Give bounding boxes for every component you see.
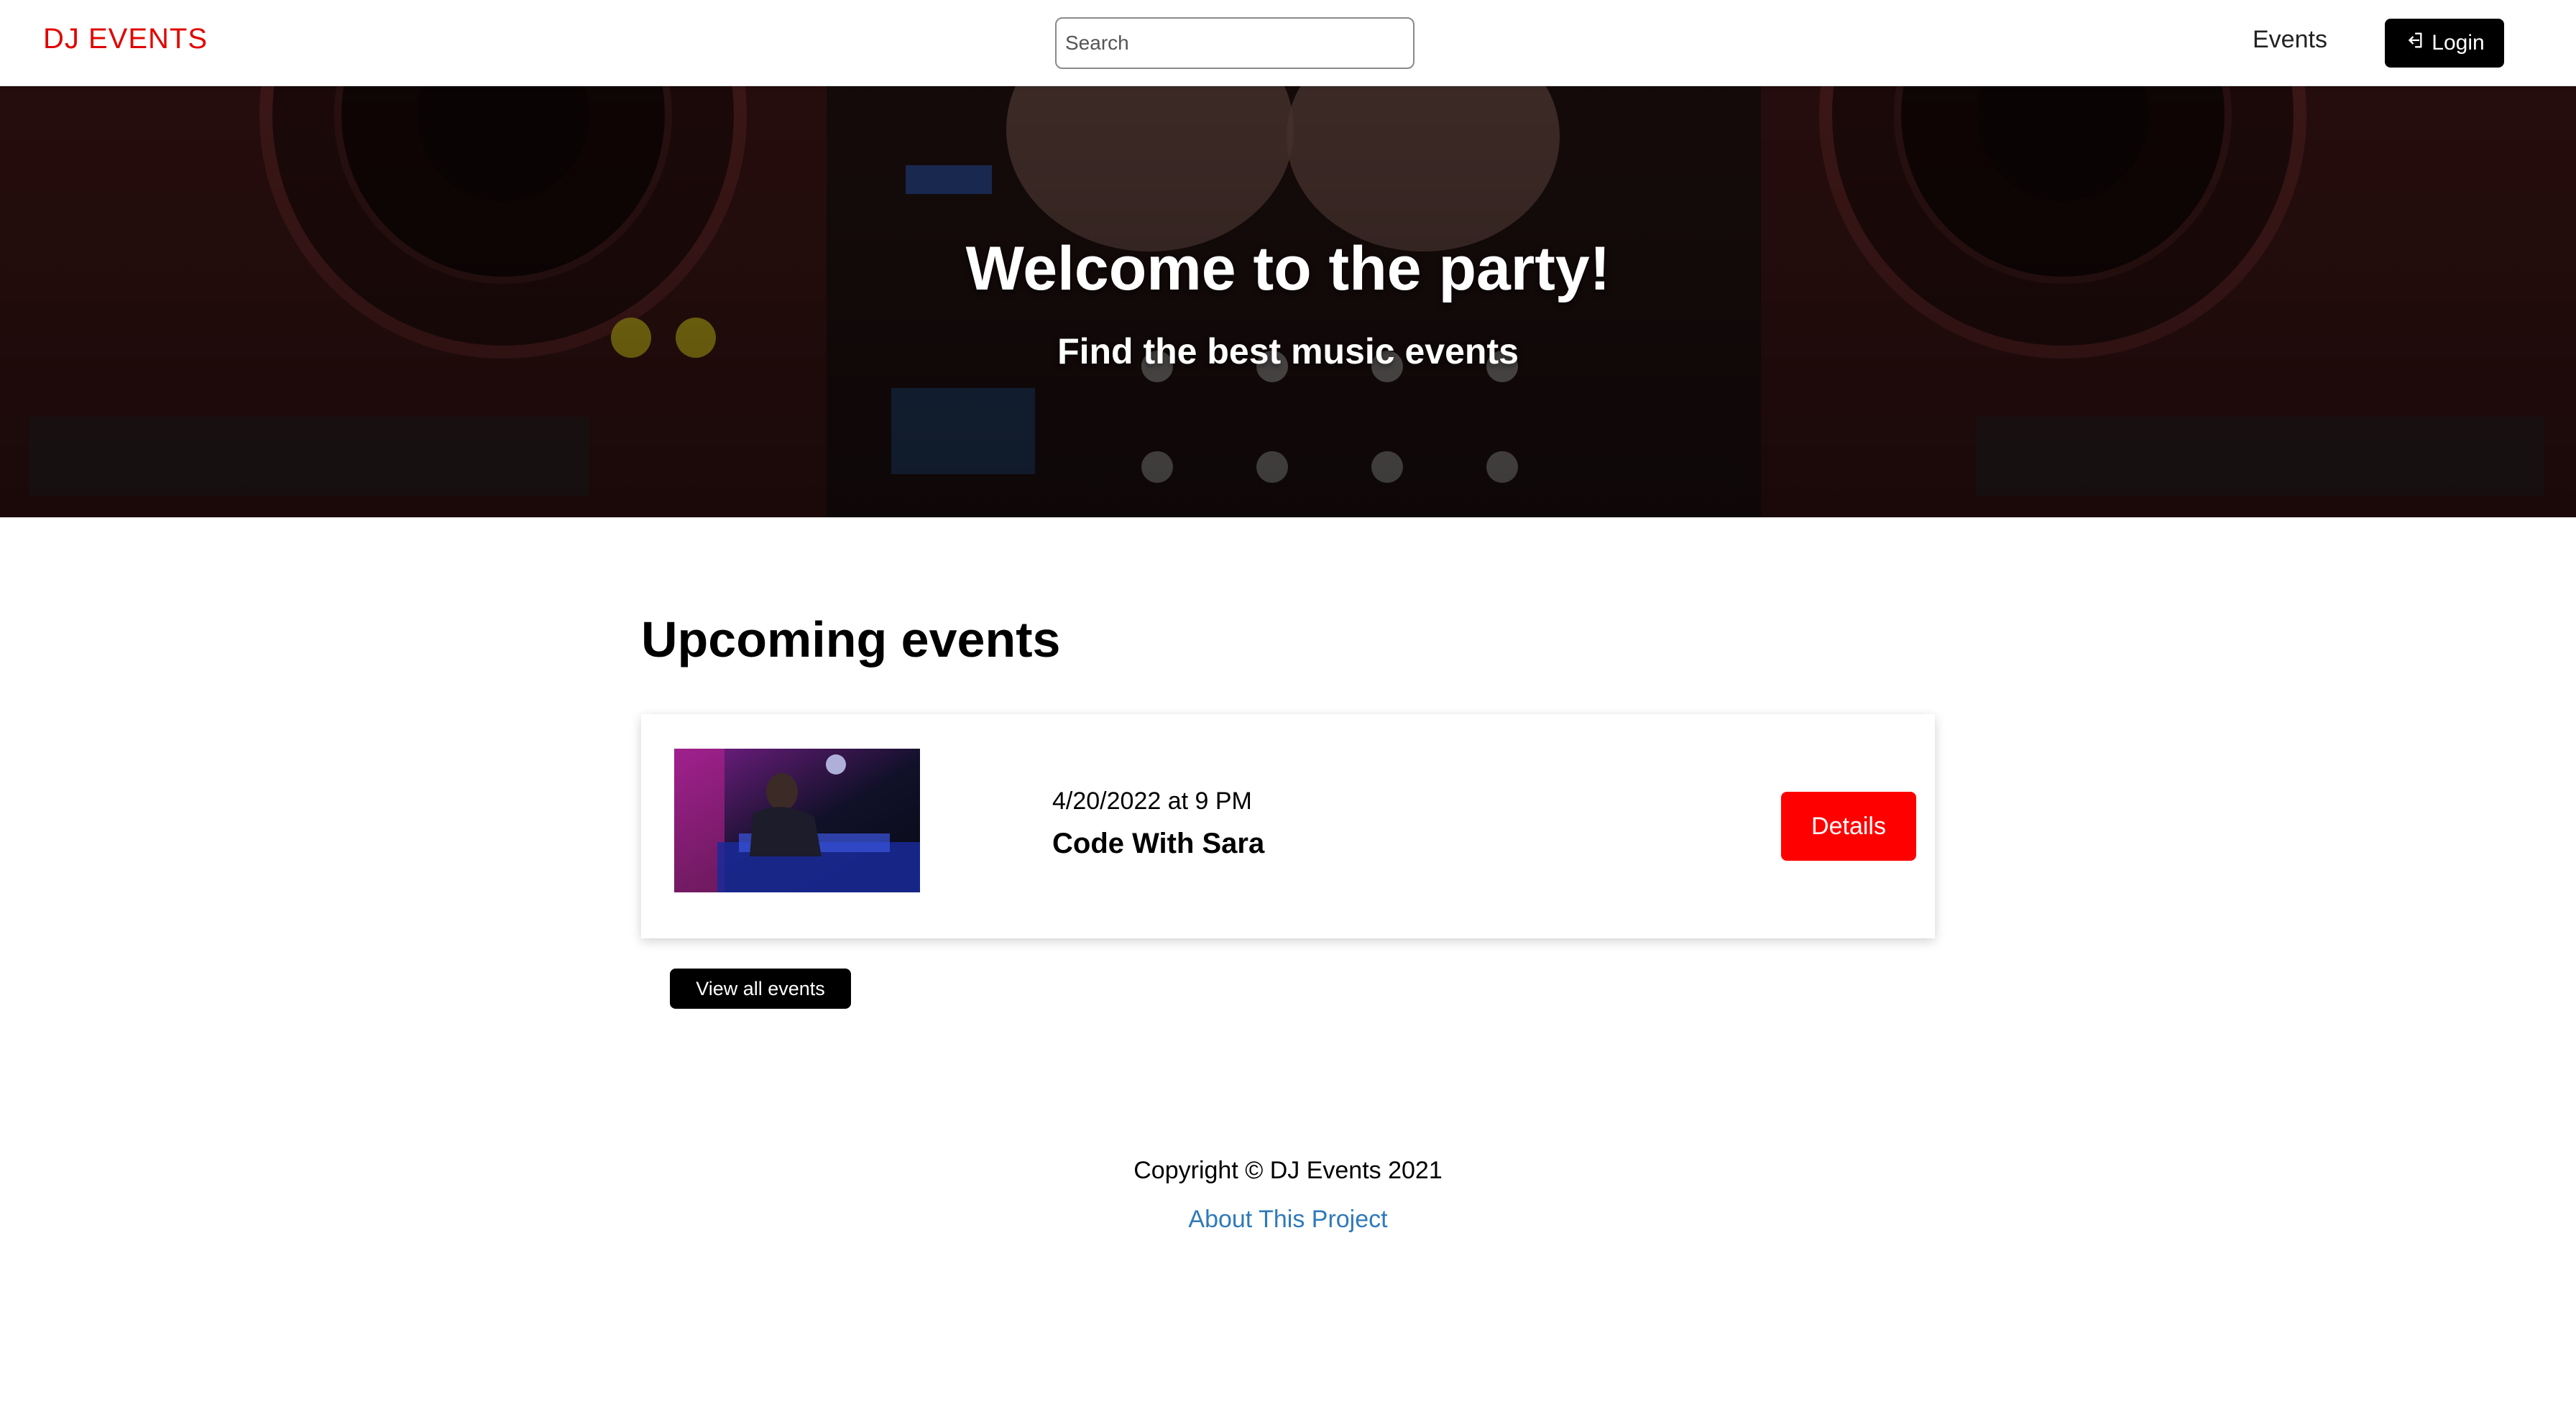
about-project-link[interactable]: About This Project (1188, 1206, 1387, 1233)
event-image (674, 749, 920, 892)
login-button[interactable]: Login (2385, 19, 2504, 68)
hero-subtitle: Find the best music events (1057, 331, 1519, 371)
footer-about: About This Project (0, 1206, 2576, 1234)
view-all-events-button[interactable]: View all events (670, 969, 851, 1009)
event-card: 4/20/2022 at 9 PM Code With Sara Details (641, 714, 1935, 938)
search-input[interactable] (1055, 17, 1414, 69)
event-thumbnail[interactable] (674, 749, 920, 892)
top-navbar: DJ EVENTS Events Login (0, 0, 2576, 86)
event-name: Code With Sara (1052, 828, 1265, 859)
event-date: 4/20/2022 at 9 PM (1052, 787, 1252, 815)
site-logo[interactable]: DJ EVENTS (43, 23, 208, 55)
footer-copyright: Copyright © DJ Events 2021 (1133, 1157, 1443, 1184)
hero-title: Welcome to the party! (965, 234, 1611, 303)
hero-banner: Welcome to the party! Find the best musi… (0, 86, 2576, 517)
details-button[interactable]: Details (1781, 792, 1916, 861)
upcoming-events-heading: Upcoming events (641, 611, 1061, 667)
nav-link-events[interactable]: Events (2253, 26, 2327, 54)
sign-in-icon (2404, 30, 2424, 56)
login-label: Login (2432, 31, 2485, 55)
